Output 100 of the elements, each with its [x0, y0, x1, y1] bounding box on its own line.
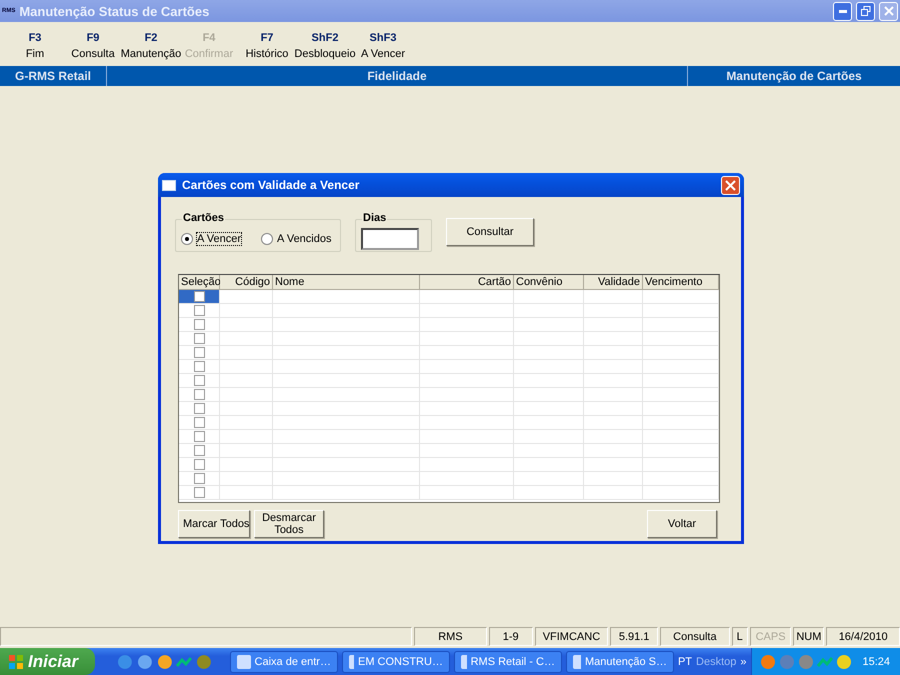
column-header[interactable]: Vencimento: [643, 275, 719, 290]
selection-cell[interactable]: [179, 318, 220, 332]
table-cell: [220, 332, 273, 346]
close-button[interactable]: [879, 2, 898, 20]
checkbox[interactable]: [194, 445, 204, 456]
selection-cell[interactable]: [179, 332, 220, 346]
status-cell: CAPS: [750, 627, 792, 646]
checkbox[interactable]: [194, 459, 204, 470]
table-cell: [220, 430, 273, 444]
radio-option[interactable]: A Vencer: [181, 232, 242, 244]
taskbar-button[interactable]: RMS Retail - C…: [454, 650, 562, 672]
table-cell: [220, 472, 273, 486]
close-button[interactable]: [721, 176, 740, 194]
clock: 15:24: [862, 656, 890, 668]
program-icon: [816, 656, 832, 668]
toolbar-button[interactable]: F9 Consulta: [64, 22, 122, 66]
toolbar-button[interactable]: ShF3 A Vencer: [354, 22, 412, 66]
status-cell: 16/4/2010: [826, 627, 900, 646]
back-button[interactable]: Voltar: [647, 510, 717, 538]
selection-cell[interactable]: [179, 402, 220, 416]
table-cell: [220, 444, 273, 458]
more-button[interactable]: »: [740, 656, 746, 668]
selection-cell[interactable]: [179, 360, 220, 374]
checkbox[interactable]: [194, 487, 204, 498]
status-cell: VFIMCANC: [534, 627, 608, 646]
table-cell: [220, 290, 273, 304]
table-cell: [584, 360, 643, 374]
table-cell: [220, 486, 273, 500]
column-header[interactable]: Validade: [584, 275, 643, 290]
checkbox[interactable]: [194, 403, 204, 414]
window-icon: [162, 180, 176, 190]
checkbox[interactable]: [194, 361, 204, 372]
table-cell: [514, 458, 584, 472]
checkbox[interactable]: [194, 347, 204, 358]
selection-cell[interactable]: [179, 458, 220, 472]
table-cell: [514, 374, 584, 388]
table-cell: [514, 430, 584, 444]
window-icon: [236, 654, 251, 668]
unmark-all-button[interactable]: Desmarcar Todos: [254, 510, 324, 538]
start-button[interactable]: Iniciar: [0, 648, 96, 675]
table-cell: [584, 402, 643, 416]
column-header[interactable]: Cartão: [420, 275, 514, 290]
selection-cell[interactable]: [179, 486, 220, 500]
selection-cell[interactable]: [179, 374, 220, 388]
table-cell: [514, 444, 584, 458]
language-indicator[interactable]: PT: [678, 656, 692, 668]
status-cell: Consulta: [660, 627, 730, 646]
toolbar-button[interactable]: F7 Histórico: [238, 22, 296, 66]
restore-button[interactable]: [856, 2, 875, 20]
column-header[interactable]: Seleção: [179, 275, 220, 290]
checkbox[interactable]: [194, 473, 204, 484]
table-cell: [584, 472, 643, 486]
group-label: Dias: [362, 212, 388, 224]
query-button[interactable]: Consultar: [446, 218, 534, 246]
table-cell: [514, 402, 584, 416]
band-label: G-RMS Retail: [14, 69, 91, 83]
table-cell: [584, 486, 643, 500]
checkbox[interactable]: [194, 333, 204, 344]
table-cell: [220, 458, 273, 472]
column-header[interactable]: Convênio: [514, 275, 584, 290]
selection-cell[interactable]: [179, 444, 220, 458]
taskbar-button[interactable]: EM CONSTRU…: [342, 650, 450, 672]
radio-option[interactable]: A Vencidos: [261, 232, 332, 244]
close-icon: [725, 180, 736, 190]
checkbox[interactable]: [194, 319, 204, 330]
table-cell: [514, 346, 584, 360]
toolbar-button[interactable]: F2 Manutenção: [122, 22, 180, 66]
taskbar-button[interactable]: Caixa de entr…: [230, 650, 338, 672]
checkbox[interactable]: [194, 305, 204, 316]
mark-all-button[interactable]: Marcar Todos: [178, 510, 250, 538]
column-header[interactable]: Nome: [273, 275, 420, 290]
checkbox[interactable]: [194, 389, 204, 400]
selection-cell[interactable]: [179, 430, 220, 444]
toolbar-button[interactable]: ShF2 Desbloqueio: [296, 22, 354, 66]
toolbar-button[interactable]: F3 Fim: [6, 22, 64, 66]
minimize-button[interactable]: [833, 2, 852, 20]
selection-cell[interactable]: [179, 388, 220, 402]
days-input[interactable]: [361, 228, 419, 250]
selection-cell[interactable]: [179, 346, 220, 360]
table-cell: [514, 290, 584, 304]
band-label: Fidelidade: [367, 69, 427, 83]
table-cell: [514, 318, 584, 332]
table-cell: [584, 304, 643, 318]
selection-cell[interactable]: [179, 472, 220, 486]
table-cell: [584, 444, 643, 458]
checkbox[interactable]: [194, 291, 204, 302]
checkbox[interactable]: [194, 417, 204, 428]
table-cell: [584, 458, 643, 472]
column-header[interactable]: Código: [220, 275, 273, 290]
table-cell: [220, 346, 273, 360]
selection-cell[interactable]: [179, 416, 220, 430]
taskbar-button[interactable]: Manutenção S…: [566, 650, 674, 672]
table-cell: [514, 388, 584, 402]
close-icon: [884, 6, 894, 16]
table-cell: [584, 388, 643, 402]
checkbox[interactable]: [194, 431, 204, 442]
selection-cell[interactable]: [179, 290, 220, 304]
checkbox[interactable]: [194, 375, 204, 386]
selection-cell[interactable]: [179, 304, 220, 318]
table-cell: [514, 360, 584, 374]
